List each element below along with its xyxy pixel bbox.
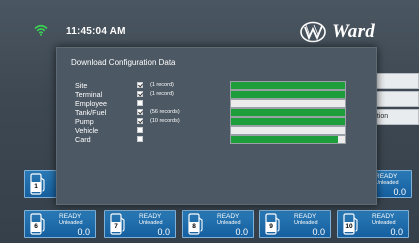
- row-checkbox[interactable]: [137, 100, 143, 106]
- pump-number: 7: [111, 222, 121, 232]
- pump-status: READY: [372, 213, 395, 220]
- pump-tile-9[interactable]: 9 READY Unleaded 0.0: [259, 210, 331, 238]
- pump-tile-8[interactable]: 8 READY Unleaded 0.0: [182, 210, 254, 238]
- row-progress-fill: [231, 91, 345, 98]
- row-progress-bar: [230, 81, 346, 90]
- pump-status: READY: [217, 213, 240, 220]
- download-row-card: Card: [57, 135, 378, 144]
- download-row-site: Site (1 record): [57, 81, 378, 90]
- row-record-count: (10 records): [150, 118, 180, 124]
- row-progress-bar: [230, 126, 346, 135]
- row-progress-bar: [230, 90, 346, 99]
- row-checkbox[interactable]: [137, 82, 143, 88]
- clock: 11:45:04 AM: [66, 26, 126, 37]
- row-checkbox[interactable]: [137, 118, 143, 124]
- row-progress-fill: [231, 109, 345, 116]
- download-config-dialog: Download Configuration Data Site (1 reco…: [56, 47, 377, 205]
- row-record-count: (1 record): [150, 82, 174, 88]
- row-checkbox[interactable]: [137, 109, 143, 115]
- app-screen: 11:45:04 AM Ward s ation 1 READY Un: [0, 0, 419, 243]
- row-label: Vehicle: [75, 126, 99, 135]
- row-progress-bar: [230, 99, 346, 108]
- download-row-tank-fuel: Tank/Fuel (56 records): [57, 108, 378, 117]
- row-label: Employee: [75, 99, 107, 108]
- pump-grade: Unleaded: [59, 220, 83, 226]
- pump-tile-10[interactable]: 10 READY Unleaded 0.0: [337, 210, 409, 238]
- pump-amount: 0.0: [77, 227, 90, 237]
- pump-amount: 0.0: [312, 227, 325, 237]
- row-checkbox[interactable]: [137, 91, 143, 97]
- row-progress-fill: [231, 118, 345, 125]
- ward-logo-icon: [300, 21, 326, 43]
- pump-grade: Unleaded: [217, 220, 241, 226]
- row-progress-fill: [231, 82, 345, 89]
- row-progress-bar: [230, 117, 346, 126]
- pump-amount: 0.0: [157, 227, 170, 237]
- wifi-icon: [34, 24, 48, 36]
- row-label: Terminal: [75, 90, 103, 99]
- pump-grade: Unleaded: [294, 220, 318, 226]
- pump-grade: Unleaded: [375, 180, 399, 186]
- pump-status: READY: [59, 213, 82, 220]
- pump-status: READY: [294, 213, 317, 220]
- pump-status: READY: [375, 173, 398, 180]
- row-progress-fill: [231, 136, 339, 143]
- top-bar: 11:45:04 AM Ward: [0, 0, 419, 44]
- pump-grade: Unleaded: [372, 220, 396, 226]
- pump-number: 1: [31, 182, 41, 192]
- download-row-employee: Employee: [57, 99, 378, 108]
- pump-amount: 0.0: [390, 227, 403, 237]
- row-checkbox[interactable]: [137, 136, 143, 142]
- row-label: Tank/Fuel: [75, 108, 107, 117]
- pump-tile-6[interactable]: 6 READY Unleaded 0.0: [24, 210, 96, 238]
- pump-status: READY: [139, 213, 162, 220]
- row-label: Card: [75, 135, 91, 144]
- brand-logo: Ward: [300, 21, 404, 43]
- pump-amount: 0.0: [393, 187, 406, 197]
- row-checkbox[interactable]: [137, 127, 143, 133]
- row-progress-bar: [230, 108, 346, 117]
- download-row-pump: Pump (10 records): [57, 117, 378, 126]
- download-row-vehicle: Vehicle: [57, 126, 378, 135]
- pump-number: 9: [266, 222, 276, 232]
- row-record-count: (56 records): [150, 109, 180, 115]
- pump-grade: Unleaded: [139, 220, 163, 226]
- brand-name: Ward: [332, 21, 376, 42]
- row-label: Site: [75, 81, 88, 90]
- dialog-title: Download Configuration Data: [71, 58, 176, 67]
- pump-tile-7[interactable]: 7 READY Unleaded 0.0: [104, 210, 176, 238]
- row-record-count: (1 record): [150, 91, 174, 97]
- pump-amount: 0.0: [235, 227, 248, 237]
- pump-number: 10: [344, 222, 354, 232]
- pump-number: 6: [31, 222, 41, 232]
- row-progress-bar: [230, 135, 346, 144]
- download-row-terminal: Terminal (1 record): [57, 90, 378, 99]
- pump-number: 8: [189, 222, 199, 232]
- row-label: Pump: [75, 117, 94, 126]
